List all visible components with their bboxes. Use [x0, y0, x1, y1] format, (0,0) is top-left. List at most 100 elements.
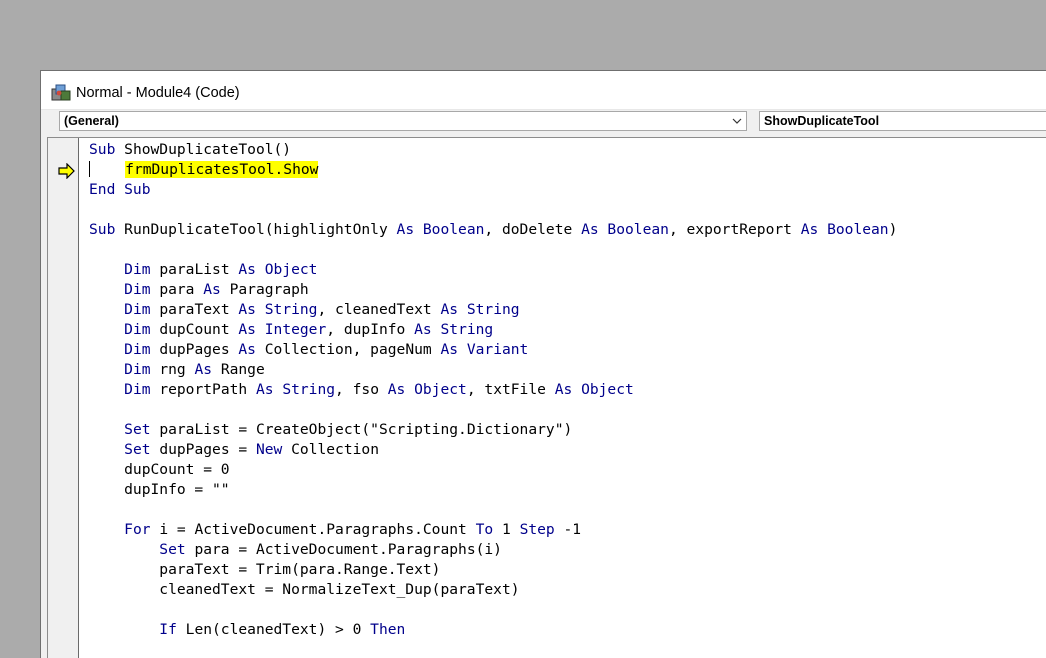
code-editor[interactable]: Sub ShowDuplicateTool() frmDuplicatesToo…: [47, 137, 1046, 658]
object-dropdown[interactable]: (General): [59, 111, 747, 131]
keyword-token: For: [124, 521, 160, 538]
code-line[interactable]: [89, 200, 1046, 220]
keyword-token: As Variant: [440, 341, 529, 358]
code-line[interactable]: dupCount = 0: [89, 460, 1046, 480]
code-token: ): [888, 221, 898, 238]
code-token: rng: [159, 361, 195, 378]
object-dropdown-value: (General): [64, 114, 119, 128]
code-line[interactable]: End Sub: [89, 180, 1046, 200]
code-line[interactable]: Dim reportPath As String, fso As Object,…: [89, 380, 1046, 400]
code-line[interactable]: dupInfo = "": [89, 480, 1046, 500]
code-line[interactable]: Set dupPages = New Collection: [89, 440, 1046, 460]
highlighted-statement: frmDuplicatesTool.Show: [125, 161, 319, 178]
chevron-down-icon[interactable]: [729, 112, 745, 130]
code-token: ShowDuplicateTool(): [124, 141, 292, 158]
code-line[interactable]: [89, 500, 1046, 520]
code-token: Collection: [291, 441, 379, 458]
keyword-token: As String: [414, 321, 494, 338]
keyword-token: Dim: [124, 341, 160, 358]
code-token: , txtFile: [466, 381, 555, 398]
code-line[interactable]: Dim dupCount As Integer, dupInfo As Stri…: [89, 320, 1046, 340]
keyword-token: As: [203, 281, 230, 298]
keyword-token: As Integer: [238, 321, 327, 338]
code-line[interactable]: For i = ActiveDocument.Paragraphs.Count …: [89, 520, 1046, 540]
code-line[interactable]: [89, 240, 1046, 260]
code-token: para = ActiveDocument.Paragraphs(i): [194, 541, 502, 558]
window-title: Normal - Module4 (Code): [76, 85, 240, 101]
keyword-token: Dim: [124, 281, 160, 298]
keyword-token: As Boolean: [396, 221, 485, 238]
code-line[interactable]: cleanedText = NormalizeText_Dup(paraText…: [89, 580, 1046, 600]
code-line[interactable]: Set para = ActiveDocument.Paragraphs(i): [89, 540, 1046, 560]
keyword-token: Step: [519, 521, 564, 538]
keyword-token: As Boolean: [581, 221, 669, 238]
keyword-token: As String: [238, 301, 318, 318]
keyword-token: Dim: [124, 301, 160, 318]
code-token: dupCount = 0: [89, 461, 230, 478]
code-line[interactable]: Sub ShowDuplicateTool(): [89, 140, 1046, 160]
procedure-dropdown[interactable]: ShowDuplicateTool: [759, 111, 1046, 131]
code-line[interactable]: Sub RunDuplicateTool(highlightOnly As Bo…: [89, 220, 1046, 240]
keyword-token: Set: [124, 421, 160, 438]
keyword-token: Dim: [124, 361, 160, 378]
code-line[interactable]: Set paraList = CreateObject("Scripting.D…: [89, 420, 1046, 440]
code-token: Collection, pageNum: [264, 341, 441, 358]
code-token: dupCount: [159, 321, 239, 338]
code-line[interactable]: Dim paraText As String, cleanedText As S…: [89, 300, 1046, 320]
keyword-token: New: [255, 441, 292, 458]
margin-indicator-bar[interactable]: [48, 138, 79, 658]
keyword-token: Sub: [89, 221, 125, 238]
keyword-token: As Object: [554, 381, 634, 398]
code-token: para: [159, 281, 204, 298]
code-line[interactable]: [89, 400, 1046, 420]
keyword-token: As Object: [387, 381, 467, 398]
code-token: , fso: [335, 381, 388, 398]
code-token: , dupInfo: [326, 321, 415, 338]
code-token: , exportReport: [668, 221, 801, 238]
code-line[interactable]: frmDuplicatesTool.Show: [89, 160, 1046, 180]
code-token: i = ActiveDocument.Paragraphs.Count: [159, 521, 476, 538]
title-bar[interactable]: Normal - Module4 (Code): [41, 71, 1046, 110]
code-token: paraList = CreateObject("Scripting.Dicti…: [159, 421, 573, 438]
keyword-token: End Sub: [89, 181, 151, 198]
code-token: dupPages: [159, 341, 239, 358]
keyword-token: Set: [124, 441, 160, 458]
code-token: reportPath: [159, 381, 256, 398]
keyword-token: If: [159, 621, 186, 638]
keyword-token: As: [194, 361, 221, 378]
code-line[interactable]: Dim dupPages As Collection, pageNum As V…: [89, 340, 1046, 360]
code-token: RunDuplicateTool(highlightOnly: [124, 221, 397, 238]
code-line[interactable]: paraText = Trim(para.Range.Text): [89, 560, 1046, 580]
keyword-token: Set: [159, 541, 195, 558]
code-token: cleanedText = NormalizeText_Dup(paraText…: [89, 581, 520, 598]
keyword-token: Sub: [89, 141, 125, 158]
code-token: -1: [563, 521, 582, 538]
code-token: paraText = Trim(para.Range.Text): [89, 561, 441, 578]
code-line[interactable]: Dim paraList As Object: [89, 260, 1046, 280]
keyword-token: Then: [370, 621, 406, 638]
keyword-token: Dim: [124, 381, 160, 398]
keyword-token: Dim: [124, 321, 160, 338]
code-text[interactable]: Sub ShowDuplicateTool() frmDuplicatesToo…: [89, 140, 1046, 640]
code-window: Normal - Module4 (Code) (General) ShowDu…: [40, 70, 1046, 658]
code-token: paraList: [159, 261, 239, 278]
code-token: paraText: [159, 301, 239, 318]
code-line[interactable]: Dim para As Paragraph: [89, 280, 1046, 300]
keyword-token: As: [238, 341, 265, 358]
keyword-token: To: [475, 521, 502, 538]
code-line[interactable]: [89, 600, 1046, 620]
vba-module-icon: [51, 84, 71, 101]
code-line[interactable]: If Len(cleanedText) > 0 Then: [89, 620, 1046, 640]
code-line[interactable]: Dim rng As Range: [89, 360, 1046, 380]
